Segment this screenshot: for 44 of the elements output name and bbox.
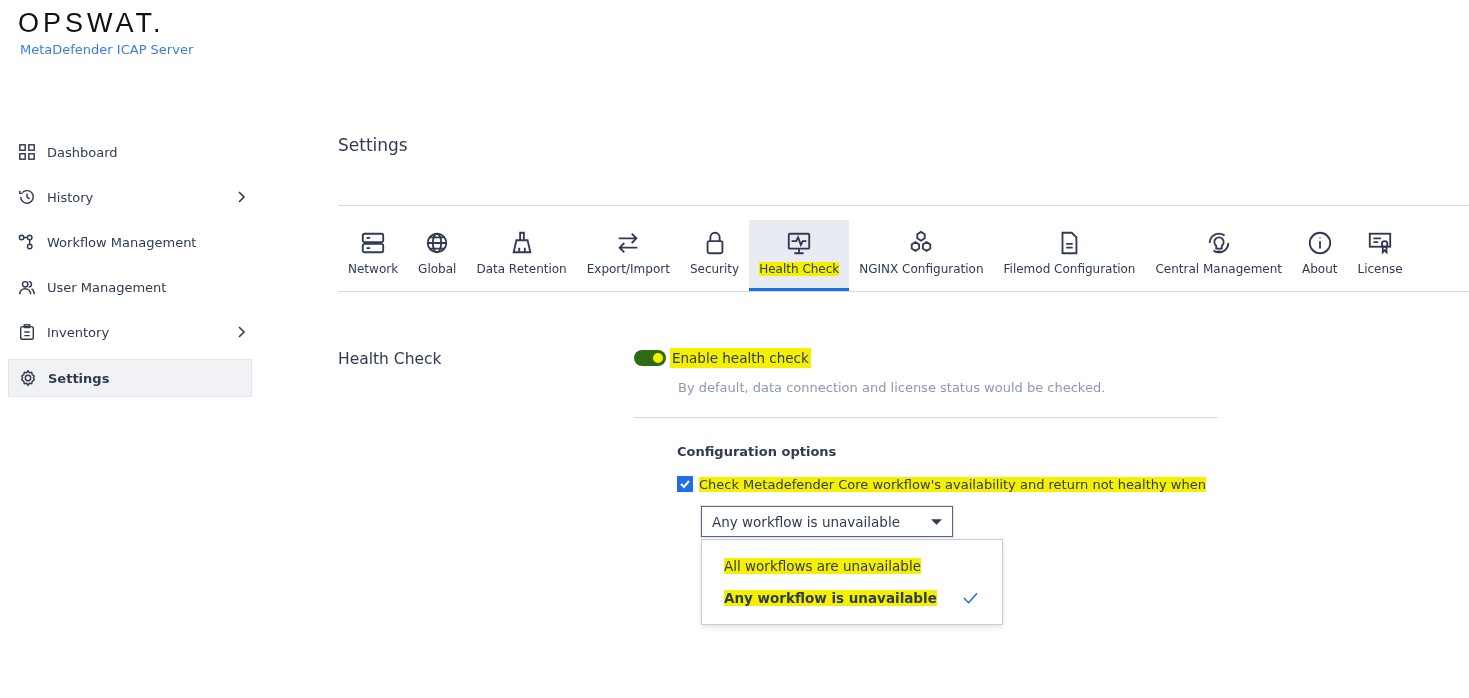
toggle-label: Enable health check [670,348,811,368]
sidebar-item[interactable]: Workflow Management [8,224,250,260]
certificate-icon [1367,230,1394,256]
settings-tab[interactable]: Global [408,220,467,291]
sidebar-item[interactable]: Settings [8,359,252,397]
history-icon [18,188,36,206]
grid-icon [18,143,36,161]
sidebar-item[interactable]: User Management [8,269,250,305]
checkbox[interactable] [677,476,693,492]
checkbox-label: Check Metadefender Core workflow's availability and return not healthy when [699,476,1206,492]
settings-tab[interactable]: NGINX Configuration [849,220,994,291]
product-name: MetaDefender ICAP Server [20,42,195,57]
hint-text: By default, data connection and license status would be checked. [678,380,1107,395]
settings-tab[interactable]: Health Check [749,220,850,291]
clipboard-icon [18,323,36,341]
users-icon [18,278,36,296]
page-title: Settings [338,135,409,155]
options-title: Configuration options [677,444,838,459]
sidebar-item[interactable]: Inventory [8,314,250,350]
settings-tab[interactable]: Data Retention [466,220,577,291]
workflow-dropdown[interactable]: Any workflow is unavailable [701,506,953,537]
settings-tab[interactable]: Network [338,220,409,291]
info-icon [1306,230,1333,256]
chevron-right-icon [236,190,246,204]
dropdown-option[interactable]: Any workflow is unavailable [702,582,1002,614]
sidebar-item[interactable]: Dashboard [8,134,250,170]
settings-tab[interactable]: Central Management [1145,220,1292,291]
settings-tab[interactable]: About [1292,220,1348,291]
checkmark-icon [963,592,978,604]
settings-tab[interactable]: Security [679,220,750,291]
chevron-right-icon [236,325,246,339]
settings-tab[interactable]: Filemod Configuration [993,220,1146,291]
toggle-switch[interactable] [634,350,666,366]
caret-icon [931,518,942,525]
monitor-icon [786,230,813,256]
settings-icon [19,369,37,387]
sidebar-item[interactable]: History [8,179,250,215]
dropdown-option[interactable]: All workflows are unavailable [702,550,1002,582]
settings-tab[interactable]: Export/Import [576,220,680,291]
settings-tab[interactable]: License [1347,220,1413,291]
logo: OPSWAT. [18,8,166,38]
section-title: Health Check [338,349,443,370]
workflow-icon [18,233,36,251]
server-icon [360,230,387,256]
